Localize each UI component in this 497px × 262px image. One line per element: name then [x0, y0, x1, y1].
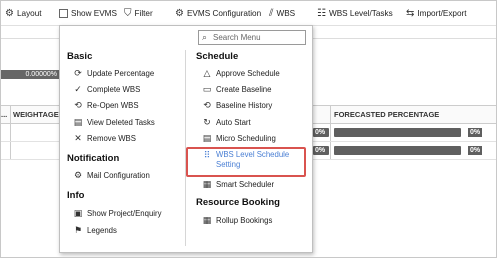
wbs-dropdown-menu: ⌕ Basic ⟳ Update Percentage ✓ Complete W…: [59, 25, 313, 253]
menu-item-auto-start[interactable]: ↻ Auto Start: [202, 117, 251, 128]
evms-configuration-label: EVMS Configuration: [186, 9, 262, 18]
history-icon: ⟲: [203, 100, 211, 110]
menu-item-label: Create Baseline: [216, 85, 272, 94]
progress-bar-left: 0.00000%: [1, 70, 59, 79]
progress-label: 0%: [315, 147, 326, 154]
search-input[interactable]: [211, 33, 303, 42]
refresh-icon: ↻: [203, 117, 211, 127]
progress-label: 0%: [315, 129, 326, 136]
menu-item-label: Micro Scheduling: [216, 134, 276, 143]
section-title-schedule: Schedule: [196, 51, 239, 62]
column-divider: [330, 105, 331, 160]
show-evms-checkbox[interactable]: [59, 9, 68, 18]
section-title-basic: Basic: [67, 51, 93, 62]
menu-item-label: Re-Open WBS: [87, 101, 139, 110]
evms-configuration-button[interactable]: ⚙ EVMS Configuration: [175, 7, 261, 20]
wbs-level-tasks-button[interactable]: ☷ WBS Level/Tasks: [317, 7, 393, 20]
forecast-progress-label: 0%: [468, 146, 483, 155]
menu-item-label: Baseline History: [216, 101, 273, 110]
menu-item-remove-wbs[interactable]: ✕ Remove WBS: [73, 133, 136, 144]
menu-item-smart-scheduler[interactable]: ▦ Smart Scheduler: [202, 179, 274, 190]
update-percentage-icon: ⟳: [74, 68, 82, 78]
menu-item-update-percentage[interactable]: ⟳ Update Percentage: [73, 68, 154, 79]
close-icon: ✕: [74, 133, 82, 143]
menu-item-legends[interactable]: ⚑ Legends: [73, 225, 117, 236]
smart-scheduler-icon: ▦: [202, 179, 212, 189]
menu-item-mail-configuration[interactable]: ⚙ Mail Configuration: [73, 170, 150, 181]
reopen-icon: ⟲: [74, 100, 82, 110]
section-title-notification: Notification: [67, 153, 120, 164]
column-header-forecasted-percentage[interactable]: FORECASTED PERCENTAGE: [334, 110, 439, 119]
menu-item-label: Show Project/Enquiry: [87, 209, 162, 218]
rollup-icon: ▦: [202, 215, 212, 225]
app-window: ⚙ Layout Show EVMS ⛉ Filter ⚙ EVMS Confi…: [0, 0, 497, 258]
menu-item-label: Legends: [87, 226, 117, 235]
menu-item-label: Auto Start: [216, 118, 251, 127]
menu-item-micro-scheduling[interactable]: ▤ Micro Scheduling: [202, 133, 276, 144]
wbs-label: WBS: [276, 9, 296, 18]
layout-label: Layout: [16, 9, 42, 18]
import-export-button[interactable]: ⇆ Import/Export: [406, 7, 467, 20]
menu-item-rollup-bookings[interactable]: ▦ Rollup Bookings: [202, 215, 273, 226]
column-header-truncated: ...: [1, 110, 8, 119]
forecast-progress-label: 0%: [468, 128, 483, 137]
show-evms-label: Show EVMS: [71, 9, 117, 18]
filter-label: Filter: [134, 9, 153, 18]
menu-item-label: Complete WBS: [87, 85, 141, 94]
menu-item-label: Mail Configuration: [87, 171, 150, 180]
evms-config-icon: ⚙: [175, 7, 184, 19]
menu-item-label: Update Percentage: [87, 69, 155, 78]
filter-button[interactable]: ⛉ Filter: [124, 7, 153, 20]
approve-icon: △: [203, 68, 211, 78]
menu-item-label: Smart Scheduler: [216, 180, 275, 189]
layout-button[interactable]: ⚙ Layout: [5, 7, 42, 20]
project-icon: ▣: [73, 208, 83, 218]
column-divider: [10, 105, 11, 160]
flag-icon: ⚑: [73, 225, 83, 235]
menu-item-create-baseline[interactable]: ▭ Create Baseline: [202, 84, 272, 95]
menu-item-show-project-enquiry[interactable]: ▣ Show Project/Enquiry: [73, 208, 162, 219]
menu-item-label: Remove WBS: [87, 134, 136, 143]
micro-scheduling-icon: ▤: [202, 133, 212, 143]
wbs-level-icon: ☷: [317, 7, 326, 19]
deleted-tasks-icon: ▤: [73, 117, 83, 127]
check-icon: ✓: [74, 84, 82, 94]
column-header-weightage[interactable]: WEIGHTAGE: [13, 110, 59, 119]
search-box[interactable]: ⌕: [198, 30, 306, 45]
import-export-icon: ⇆: [406, 7, 415, 19]
filter-icon: ⛉: [124, 7, 132, 19]
menu-item-label: Rollup Bookings: [216, 216, 273, 225]
gear-icon: ⚙: [73, 170, 83, 180]
wbs-button[interactable]: ⫽ WBS: [269, 7, 295, 20]
menu-item-view-deleted-tasks[interactable]: ▤ View Deleted Tasks: [73, 117, 155, 128]
menu-item-complete-wbs[interactable]: ✓ Complete WBS: [73, 84, 140, 95]
wbs-level-tasks-label: WBS Level/Tasks: [328, 9, 393, 18]
menu-item-label: View Deleted Tasks: [87, 118, 155, 127]
forecast-progress-bar: [334, 146, 461, 155]
toolbar: ⚙ Layout Show EVMS ⛉ Filter ⚙ EVMS Confi…: [1, 1, 496, 26]
section-title-info: Info: [67, 190, 85, 201]
menu-item-approve-schedule[interactable]: △ Approve Schedule: [202, 68, 280, 79]
menu-item-baseline-history[interactable]: ⟲ Baseline History: [202, 100, 272, 111]
wbs-chart-icon: ⫽: [269, 7, 274, 19]
baseline-icon: ▭: [202, 84, 212, 94]
highlight-box: [186, 147, 306, 177]
forecast-progress-bar: [334, 128, 461, 137]
menu-item-reopen-wbs[interactable]: ⟲ Re-Open WBS: [73, 100, 139, 111]
gear-icon: ⚙: [5, 7, 14, 19]
show-evms-toggle[interactable]: Show EVMS: [59, 7, 117, 20]
menu-item-label: Approve Schedule: [216, 69, 280, 78]
section-title-resource-booking: Resource Booking: [196, 197, 280, 208]
search-icon: ⌕: [202, 32, 208, 42]
import-export-label: Import/Export: [417, 9, 467, 18]
